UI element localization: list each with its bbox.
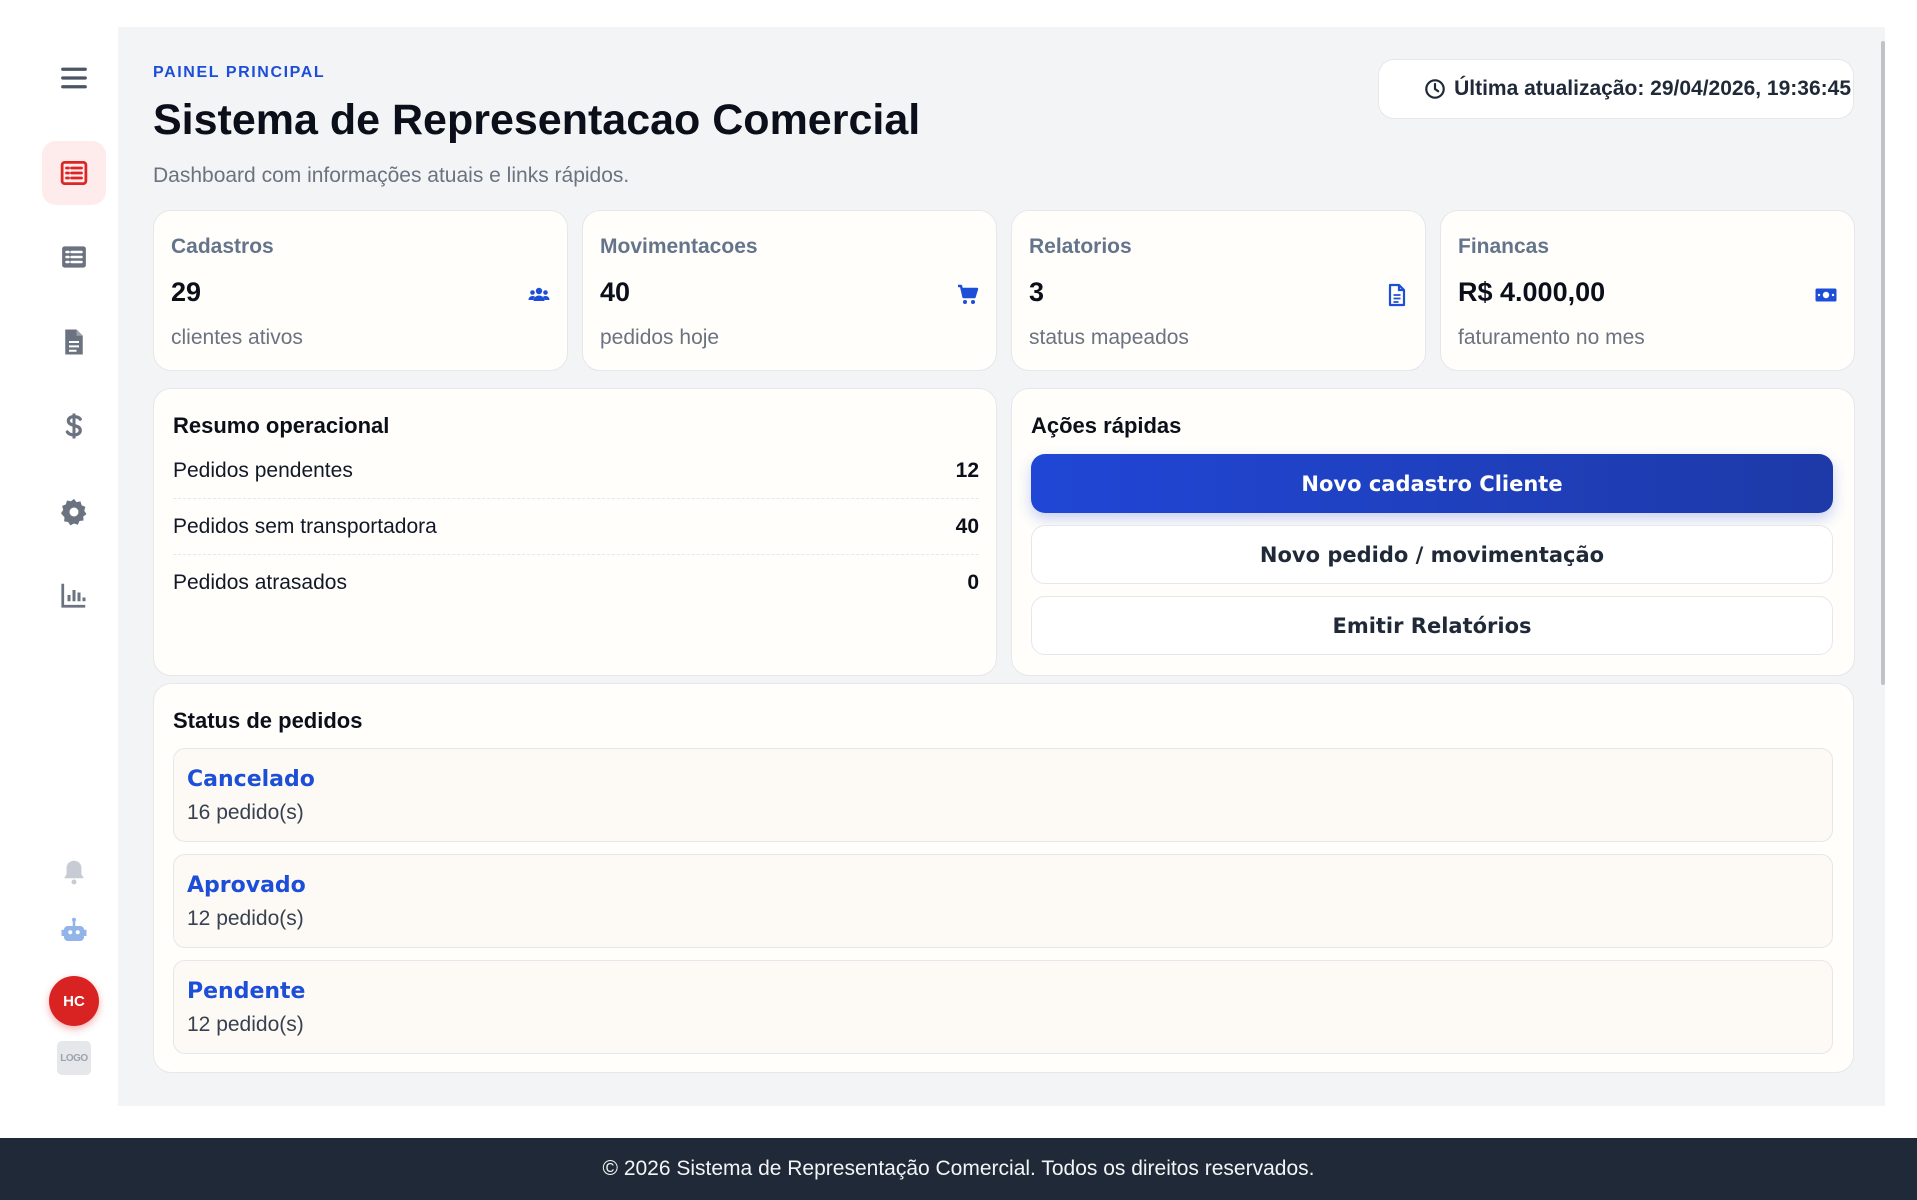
stat-card-movimentacoes[interactable]: Movimentacoes 40 pedidos hoje [582, 210, 997, 371]
user-avatar[interactable]: HC [49, 976, 99, 1026]
page-subtitle: Dashboard com informações atuais e links… [153, 164, 630, 187]
stat-label: Financas [1458, 235, 1550, 258]
stat-label: Movimentacoes [600, 235, 758, 258]
dollar-icon [65, 413, 82, 439]
resumo-row-label: Pedidos pendentes [173, 459, 353, 482]
status-count: 16 pedido(s) [187, 801, 304, 824]
list-alt-icon [60, 161, 88, 185]
file-icon [65, 329, 83, 355]
novo-cadastro-cliente-button[interactable]: Novo cadastro Cliente [1031, 454, 1833, 513]
file-text-icon [1385, 283, 1409, 307]
stat-card-financas[interactable]: Financas R$ 4.000,00 faturamento no mes [1440, 210, 1855, 371]
robot-icon [61, 917, 87, 941]
last-update-badge: Última atualização: 29/04/2026, 19:36:45 [1378, 59, 1854, 119]
card-title: Ações rápidas [1031, 413, 1182, 438]
stat-card-relatorios[interactable]: Relatorios 3 status mapeados [1011, 210, 1426, 371]
assistant-bot-button[interactable] [42, 899, 106, 963]
list-icon [62, 246, 86, 268]
resumo-row: Pedidos sem transportadora 40 [173, 500, 979, 555]
footer: © 2026 Sistema de Representação Comercia… [0, 1138, 1917, 1200]
status-name: Pendente [187, 979, 306, 1004]
bell-icon [64, 860, 84, 885]
gear-icon [61, 498, 87, 526]
hamburger-icon [61, 67, 87, 89]
resumo-row: Pedidos pendentes 12 [173, 444, 979, 499]
resumo-row-value: 40 [955, 515, 979, 538]
sidebar-item-settings[interactable] [42, 480, 106, 544]
stat-label: Cadastros [171, 235, 274, 258]
sidebar-item-documents[interactable] [42, 310, 106, 374]
acoes-rapidas-card: Ações rápidas Novo cadastro Cliente Novo… [1011, 388, 1855, 676]
stat-description: clientes ativos [171, 326, 303, 349]
card-title: Status de pedidos [173, 708, 363, 733]
resumo-row-label: Pedidos sem transportadora [173, 515, 437, 538]
stat-description: faturamento no mes [1458, 326, 1645, 349]
notifications-button[interactable] [42, 840, 106, 904]
stat-description: status mapeados [1029, 326, 1189, 349]
cart-icon [956, 283, 980, 307]
resumo-row-value: 12 [955, 459, 979, 482]
menu-toggle-button[interactable] [42, 46, 106, 110]
card-title: Resumo operacional [173, 413, 390, 438]
status-name: Aprovado [187, 873, 306, 898]
resumo-row-label: Pedidos atrasados [173, 570, 347, 594]
status-count: 12 pedido(s) [187, 1013, 304, 1036]
status-item-pendente[interactable]: Pendente 12 pedido(s) [173, 960, 1833, 1054]
sidebar-item-finances[interactable] [42, 394, 106, 458]
last-update-text: Última atualização: 29/04/2026, 19:36:45 [1454, 77, 1851, 100]
status-pedidos-card: Status de pedidos Cancelado 16 pedido(s)… [153, 683, 1854, 1073]
stat-value: 3 [1029, 277, 1045, 307]
stat-description: pedidos hoje [600, 326, 720, 349]
users-icon [527, 283, 551, 307]
footer-text: © 2026 Sistema de Representação Comercia… [602, 1157, 1315, 1180]
stat-label: Relatorios [1029, 235, 1132, 258]
stat-value: 29 [171, 277, 202, 307]
stat-value: 40 [600, 277, 631, 307]
status-item-aprovado[interactable]: Aprovado 12 pedido(s) [173, 854, 1833, 948]
sidebar: HC LOGO [0, 0, 118, 1138]
company-logo: LOGO [57, 1041, 91, 1075]
page-eyebrow: PAINEL PRINCIPAL [153, 64, 326, 81]
novo-pedido-button[interactable]: Novo pedido / movimentação [1031, 525, 1833, 584]
resumo-row: Pedidos atrasados 0 [173, 555, 979, 610]
stat-value: R$ 4.000,00 [1458, 277, 1606, 307]
sidebar-item-lists[interactable] [42, 225, 106, 289]
clock-icon [1425, 79, 1445, 99]
status-name: Cancelado [187, 767, 315, 792]
page-title: Sistema de Representacao Comercial [153, 96, 921, 144]
resumo-row-value: 0 [967, 570, 979, 594]
scrollbar-thumb[interactable] [1881, 41, 1885, 685]
stat-card-cadastros[interactable]: Cadastros 29 clientes ativos [153, 210, 568, 371]
resumo-operacional-card: Resumo operacional Pedidos pendentes 12 … [153, 388, 997, 676]
status-item-cancelado[interactable]: Cancelado 16 pedido(s) [173, 748, 1833, 842]
sidebar-item-reports[interactable] [42, 563, 106, 627]
bar-chart-icon [61, 583, 86, 608]
money-icon [1814, 283, 1838, 307]
sidebar-item-dashboard[interactable] [42, 141, 106, 205]
emitir-relatorios-button[interactable]: Emitir Relatórios [1031, 596, 1833, 655]
status-count: 12 pedido(s) [187, 907, 304, 930]
